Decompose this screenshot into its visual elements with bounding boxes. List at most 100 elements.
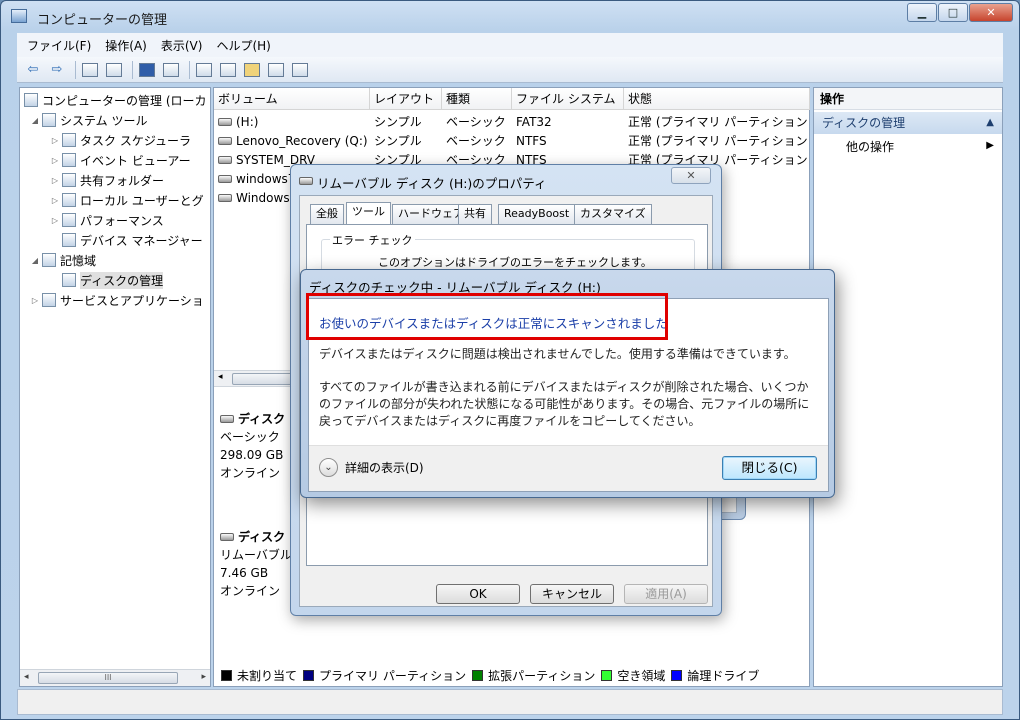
legend-label: 論理ドライブ <box>687 668 760 683</box>
tree-item[interactable]: ディスクの管理 <box>50 270 164 290</box>
up-folder-icon[interactable] <box>80 61 100 79</box>
properties-close-button[interactable]: ✕ <box>671 167 711 184</box>
scroll-left-icon[interactable]: ◂ <box>24 672 29 682</box>
menu-action[interactable]: 操作(A) <box>105 37 147 54</box>
tree-item[interactable]: ▷ パフォーマンス <box>50 210 164 230</box>
disk-management-icon <box>62 273 76 287</box>
tree-horizontal-scrollbar[interactable]: ◂ III ▸ <box>20 669 210 686</box>
help-icon[interactable] <box>137 61 157 79</box>
volume-cell: ベーシック <box>446 134 506 148</box>
col-filesystem[interactable]: ファイル システム <box>512 88 624 110</box>
tree-item[interactable]: ▷ ローカル ユーザーとグ <box>50 190 204 210</box>
chevron-down-icon[interactable]: ⌄ <box>319 458 338 477</box>
submenu-arrow-icon: ▶ <box>986 140 994 151</box>
cancel-button[interactable]: キャンセル <box>530 584 614 604</box>
expander-icon[interactable]: ▷ <box>50 156 60 165</box>
open-folder-icon[interactable] <box>242 61 262 79</box>
window-title: コンピューターの管理 <box>37 13 168 28</box>
tab-customize[interactable]: カスタマイズ <box>574 204 652 224</box>
expander-icon[interactable]: ▷ <box>50 176 60 185</box>
scroll-right-icon[interactable]: ▸ <box>201 672 206 682</box>
legend-label: プライマリ パーティション <box>319 668 467 683</box>
volume-cell: FAT32 <box>516 114 552 129</box>
volume-cell: NTFS <box>516 133 547 148</box>
legend-swatch <box>472 669 484 681</box>
show-details-toggle[interactable]: ⌄ 詳細の表示(D) <box>319 458 424 477</box>
volume-cell: シンプル <box>374 115 422 129</box>
tab-sharing[interactable]: 共有 <box>458 204 492 224</box>
refresh-icon[interactable] <box>194 61 214 79</box>
tab-general[interactable]: 全般 <box>310 204 344 224</box>
expander-icon[interactable]: ▷ <box>30 296 40 305</box>
tree-item[interactable]: ▷ 共有フォルダー <box>50 170 164 190</box>
expander-icon[interactable]: ◢ <box>30 256 40 265</box>
maximize-button[interactable]: □ <box>938 3 968 22</box>
volume-cell: Lenovo_Recovery (Q:) <box>218 134 370 148</box>
tab-readyboost[interactable]: ReadyBoost <box>498 204 576 224</box>
back-arrow-icon[interactable]: ⇦ <box>23 61 43 79</box>
expander-icon[interactable]: ◢ <box>30 116 40 125</box>
col-type[interactable]: 種類 <box>442 88 512 110</box>
tree-root[interactable]: コンピューターの管理 (ローカ <box>24 90 207 110</box>
scroll-left-icon[interactable]: ◂ <box>218 372 223 382</box>
close-window-button[interactable]: ✕ <box>969 3 1013 22</box>
col-status[interactable]: 状態 <box>624 88 810 110</box>
menu-help[interactable]: ヘルプ(H) <box>216 37 270 54</box>
computer-management-icon <box>11 9 27 23</box>
col-layout[interactable]: レイアウト <box>370 88 442 110</box>
toolbar: ⇦ ⇨ <box>17 57 1003 83</box>
ok-button[interactable]: OK <box>436 584 520 604</box>
tree-item[interactable]: ▷ サービスとアプリケーショ <box>30 290 204 310</box>
volume-cell: ベーシック <box>446 115 506 129</box>
expander-icon[interactable]: ▷ <box>50 136 60 145</box>
tree-item[interactable]: デバイス マネージャー <box>50 230 203 250</box>
scroll-thumb[interactable] <box>232 373 292 385</box>
minimize-button[interactable]: ▁ <box>907 3 937 22</box>
shared-folder-icon <box>62 173 76 187</box>
tree-item[interactable]: ▷ タスク スケジューラ <box>50 130 191 150</box>
tree-item[interactable]: ◢ システム ツール <box>30 110 147 130</box>
more-actions[interactable]: 他の操作 <box>846 138 894 156</box>
actions-section-disk-management[interactable]: ディスクの管理 ▲ <box>814 112 1002 134</box>
navigation-tree: コンピューターの管理 (ローカ ◢ システム ツール ▷ タスク スケジューラ ▷ イベン… <box>19 87 211 687</box>
status-bar <box>17 689 1003 715</box>
disk-icon <box>220 533 234 541</box>
search-icon[interactable] <box>266 61 286 79</box>
volume-icon <box>218 174 232 183</box>
col-volume[interactable]: ボリューム <box>214 88 370 110</box>
scan-warning-text: すべてのファイルが書き込まれる前にデバイスまたはディスクが削除された場合、いくつ… <box>319 380 810 428</box>
volume-cell: (H:) <box>218 115 370 129</box>
show-hide-tree-icon[interactable] <box>104 61 124 79</box>
event-viewer-icon <box>62 153 76 167</box>
computer-icon <box>24 93 38 107</box>
tools-icon <box>42 113 56 127</box>
properties-icon[interactable] <box>218 61 238 79</box>
expander-icon[interactable]: ▷ <box>50 196 60 205</box>
scroll-thumb[interactable]: III <box>38 672 178 684</box>
legend-bar: 未割り当て プライマリ パーティション 拡張パーティション 空き領域 論理ドライブ <box>215 665 807 685</box>
forward-arrow-icon[interactable]: ⇨ <box>47 61 67 79</box>
volume-row[interactable]: Lenovo_Recovery (Q:) シンプル ベーシック NTFS 正常 (プライ… <box>214 131 810 150</box>
tree-item[interactable]: ◢ 記憶域 <box>30 250 96 270</box>
disk-settings-icon[interactable] <box>290 61 310 79</box>
action-pane-icon[interactable] <box>161 61 181 79</box>
legend-label: 空き領域 <box>617 668 666 683</box>
users-icon <box>62 193 76 207</box>
expander-icon[interactable]: ▷ <box>50 216 60 225</box>
tab-tools[interactable]: ツール <box>346 202 391 225</box>
disk0-info[interactable]: ディスク ベーシック 298.09 GB オンライン <box>220 410 285 482</box>
properties-title: リムーバブル ディスク (H:)のプロパティ <box>317 176 547 191</box>
legend-swatch <box>601 669 613 681</box>
legend-label: 未割り当て <box>237 668 298 683</box>
close-button[interactable]: 閉じる(C) <box>722 456 817 480</box>
volume-row[interactable]: (H:) シンプル ベーシック FAT32 正常 (プライマリ パーティション <box>214 112 810 131</box>
collapse-icon[interactable]: ▲ <box>986 112 994 134</box>
menu-view[interactable]: 表示(V) <box>161 37 203 54</box>
apply-button[interactable]: 適用(A) <box>624 584 708 604</box>
legend-swatch <box>303 669 315 681</box>
menu-file[interactable]: ファイル(F) <box>27 37 91 54</box>
tree-item[interactable]: ▷ イベント ビューアー <box>50 150 191 170</box>
performance-icon <box>62 213 76 227</box>
actions-header: 操作 <box>814 88 1002 110</box>
disk1-info[interactable]: ディスク リムーバブル 7.46 GB オンライン <box>220 528 292 600</box>
